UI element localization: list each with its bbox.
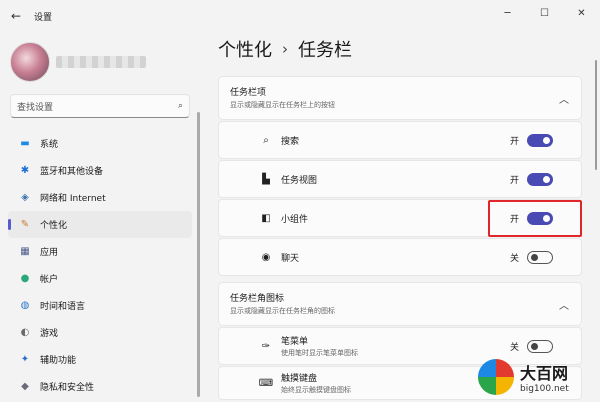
widgets-icon: ◧ <box>261 212 271 224</box>
keyboard-icon: ⌨ <box>258 377 274 389</box>
account-icon: ● <box>20 273 30 284</box>
search-icon: ⌕ <box>263 134 269 146</box>
toggle-state-label: 开 <box>509 175 519 186</box>
setting-row[interactable]: ⌕ 搜索 开 <box>218 121 582 159</box>
sidebar-item[interactable]: ◐ 游戏 <box>8 319 192 346</box>
apps-icon: ▦ <box>20 246 30 257</box>
sidebar-item-label: 帐户 <box>40 275 59 285</box>
breadcrumb-parent[interactable]: 个性化 <box>218 36 272 62</box>
gamepad-icon: ◐ <box>20 327 30 338</box>
toggle-switch[interactable] <box>527 172 553 186</box>
section-title: 任务栏角图标 <box>230 294 285 304</box>
sidebar-item-label: 应用 <box>40 248 59 258</box>
sidebar-item[interactable]: ▬ 系统 <box>8 130 192 157</box>
sidebar-item-label: 系统 <box>40 140 59 150</box>
setting-label: 触摸键盘 <box>281 374 318 384</box>
main-scrollbar[interactable] <box>595 60 597 170</box>
sidebar-nav: ▬ 系统 ✱ 蓝牙和其他设备 ◈ 网络和 Internet ✎ 个性化 ▦ 应用 ● 帐户 ◍ 时间和语言… <box>8 130 192 400</box>
setting-label: 搜索 <box>281 136 300 147</box>
pen-icon: ✑ <box>261 340 271 352</box>
breadcrumb-separator: › <box>282 40 288 58</box>
sidebar-item[interactable]: ◍ 时间和语言 <box>8 292 192 319</box>
search-box[interactable]: 查找设置 ⌕ <box>10 94 190 118</box>
section-description: 显示或隐藏显示在任务栏角的图标 <box>230 307 335 315</box>
sidebar-item[interactable]: ✎ 个性化 <box>8 211 192 238</box>
sidebar-item[interactable]: ✱ 蓝牙和其他设备 <box>8 157 192 184</box>
profile-name-blurred <box>56 56 146 68</box>
sidebar-item[interactable]: ● 帐户 <box>8 265 192 292</box>
app-title: 设置 <box>34 12 53 23</box>
sidebar-item-label: 时间和语言 <box>40 302 86 312</box>
watermark: 大百网 big100.net <box>478 352 600 402</box>
chevron-up-icon[interactable]: ︿ <box>559 91 569 106</box>
wifi-icon: ◈ <box>21 192 29 203</box>
toggle-switch[interactable] <box>527 339 553 353</box>
maximize-icon: ☐ <box>540 7 549 19</box>
toggle-switch[interactable] <box>527 250 553 264</box>
watermark-brand: 大百网 <box>520 364 569 383</box>
window-controls: ─ ☐ ✕ <box>489 0 600 26</box>
user-profile[interactable] <box>10 42 146 82</box>
setting-description: 始终显示触摸键盘图标 <box>281 386 351 394</box>
search-input[interactable]: 查找设置 <box>17 100 178 113</box>
sidebar-item-label: 辅助功能 <box>40 356 77 366</box>
close-icon: ✕ <box>577 7 586 19</box>
setting-label: 小组件 <box>281 214 309 225</box>
section-taskbar-items-header[interactable]: 任务栏项 显示或隐藏显示在任务栏上的按钮 ︿ <box>218 76 582 120</box>
toggle-state-label: 关 <box>509 253 519 264</box>
title-bar: ← 设置 ─ ☐ ✕ <box>0 0 600 32</box>
sidebar-item[interactable]: ▦ 应用 <box>8 238 192 265</box>
back-arrow-icon: ← <box>10 9 22 23</box>
search-icon[interactable]: ⌕ <box>178 101 183 111</box>
setting-row[interactable]: ▙ 任务视图 开 <box>218 160 582 198</box>
watermark-url: big100.net <box>520 384 569 394</box>
minimize-icon: ─ <box>504 7 511 19</box>
sidebar-item-label: 蓝牙和其他设备 <box>40 167 104 177</box>
toggle-switch[interactable] <box>527 133 553 147</box>
highlight-box <box>488 200 582 237</box>
sidebar-item-label: 隐私和安全性 <box>40 383 95 393</box>
chevron-up-icon[interactable]: ︿ <box>559 297 569 312</box>
sidebar-item-label: 游戏 <box>40 329 59 339</box>
setting-description: 使用笔时显示笔菜单图标 <box>281 349 358 357</box>
avatar <box>10 42 50 82</box>
sidebar-item-label: 个性化 <box>40 221 68 231</box>
globe-clock-icon: ◍ <box>20 300 30 311</box>
section-corner-icons-header[interactable]: 任务栏角图标 显示或隐藏显示在任务栏角的图标 ︿ <box>218 282 582 326</box>
task-view-icon: ▙ <box>262 173 270 185</box>
sidebar-item-label: 网络和 Internet <box>40 194 106 204</box>
setting-label: 笔菜单 <box>281 337 309 347</box>
setting-label: 任务视图 <box>281 175 318 186</box>
toggle-state-label: 开 <box>509 136 519 147</box>
monitor-icon: ▬ <box>20 138 30 149</box>
accessibility-icon: ✦ <box>20 354 30 365</box>
setting-label: 聊天 <box>281 253 300 264</box>
shield-icon: ◆ <box>21 381 29 392</box>
section-title: 任务栏项 <box>230 88 267 98</box>
sidebar-item[interactable]: ◈ 网络和 Internet <box>8 184 192 211</box>
toggle-state-label: 关 <box>509 342 519 353</box>
sidebar: 查找设置 ⌕ ▬ 系统 ✱ 蓝牙和其他设备 ◈ 网络和 Internet ✎ 个性化 ▦ 应用 ● 帐… <box>0 32 205 402</box>
setting-row[interactable]: ◉ 聊天 关 <box>218 238 582 276</box>
section-description: 显示或隐藏显示在任务栏上的按钮 <box>230 101 335 109</box>
sidebar-scrollbar[interactable] <box>197 112 200 397</box>
brush-icon: ✎ <box>20 219 30 230</box>
chat-icon: ◉ <box>261 251 271 263</box>
watermark-logo <box>478 359 514 395</box>
minimize-button[interactable]: ─ <box>489 0 526 26</box>
sidebar-item[interactable]: ◆ 隐私和安全性 <box>8 373 192 400</box>
breadcrumb: 个性化 › 任务栏 <box>218 36 352 62</box>
page-title: 任务栏 <box>298 40 352 61</box>
close-button[interactable]: ✕ <box>563 0 600 26</box>
bluetooth-icon: ✱ <box>20 165 30 176</box>
sidebar-item[interactable]: ✦ 辅助功能 <box>8 346 192 373</box>
maximize-button[interactable]: ☐ <box>526 0 563 26</box>
back-button[interactable]: ← <box>0 0 32 32</box>
